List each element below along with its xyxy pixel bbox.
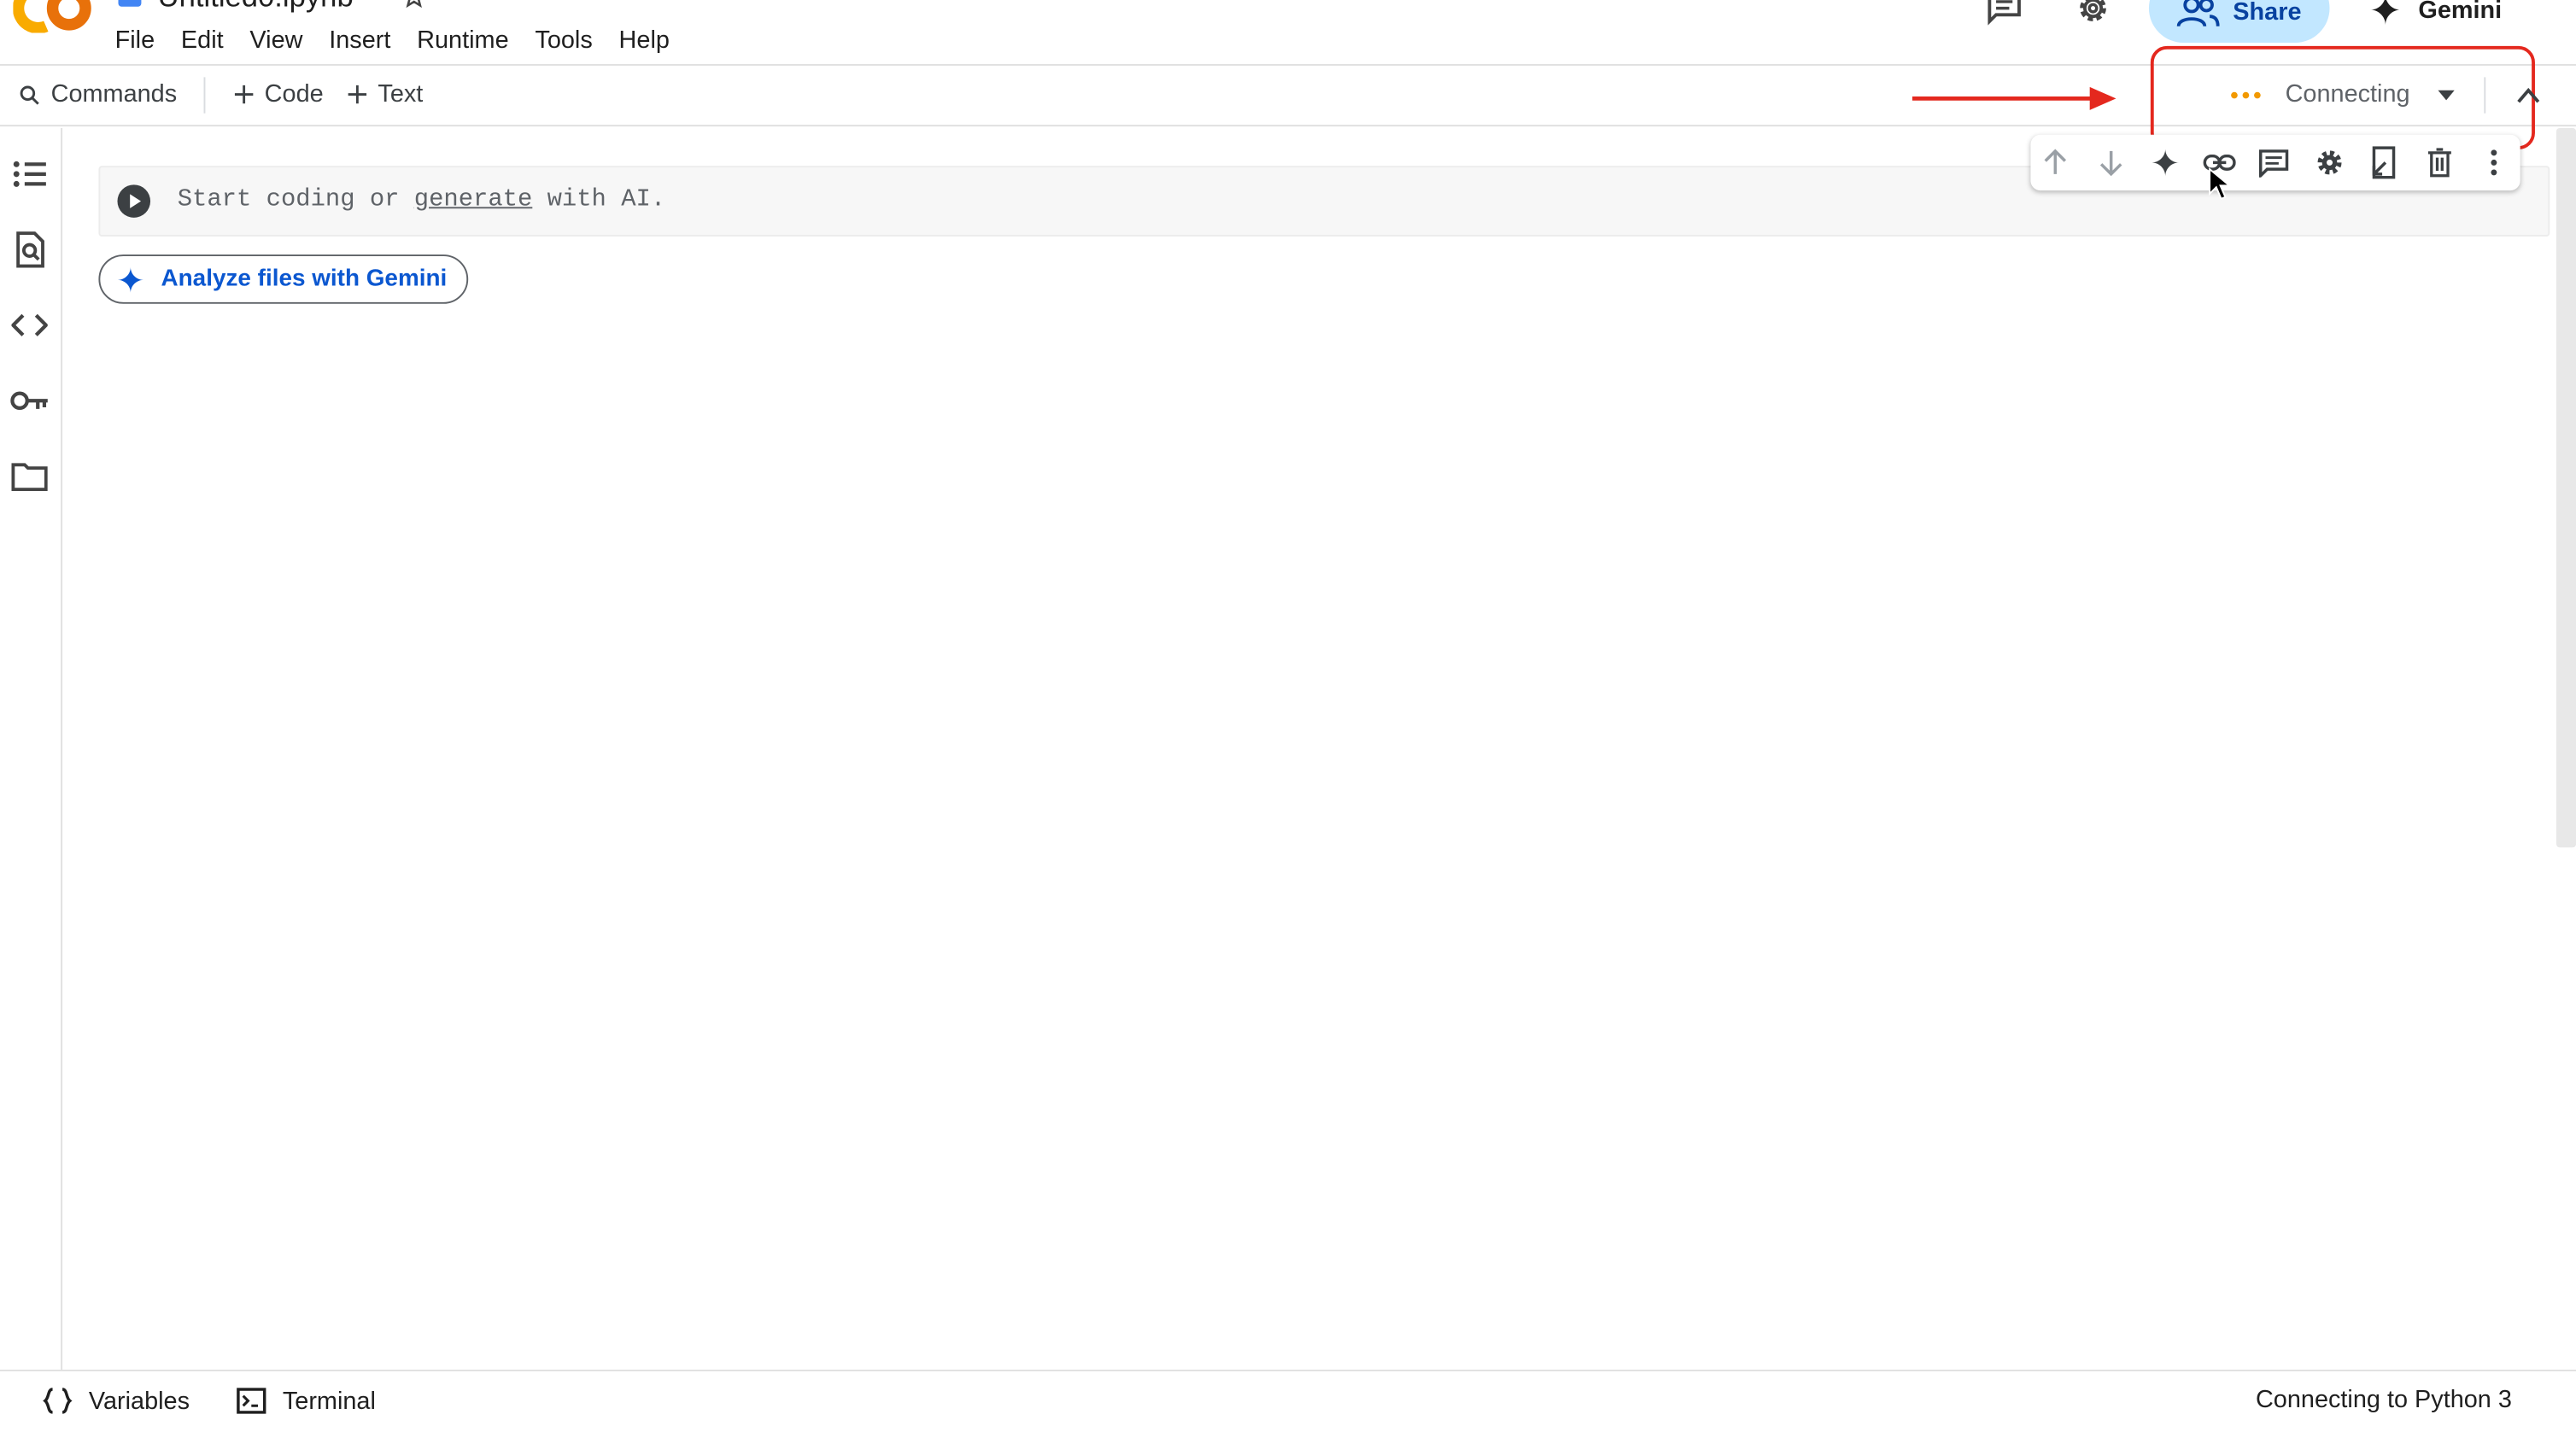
move-up-icon[interactable] <box>2037 144 2073 180</box>
mouse-cursor-icon <box>2209 167 2232 200</box>
connecting-dots-icon <box>2231 91 2261 99</box>
comments-icon[interactable] <box>1983 0 2026 30</box>
delete-icon[interactable] <box>2421 144 2457 180</box>
curly-braces-icon <box>43 1388 73 1414</box>
terminal-button[interactable]: Terminal <box>237 1382 376 1418</box>
mirror-cell-icon[interactable] <box>2366 144 2402 180</box>
gemini-label: Gemini <box>2418 0 2503 24</box>
scrollbar[interactable] <box>2556 128 2576 848</box>
gemini-sparkle-icon[interactable] <box>2147 144 2183 180</box>
plus-icon <box>234 85 254 104</box>
colab-logo-icon[interactable] <box>13 0 91 33</box>
add-text-label: Text <box>378 80 424 108</box>
terminal-label: Terminal <box>282 1387 376 1415</box>
share-label: Share <box>2233 0 2302 26</box>
commands-button[interactable]: Commands <box>18 64 177 125</box>
find-replace-icon[interactable] <box>10 230 50 269</box>
code-snippets-icon[interactable] <box>10 306 50 345</box>
plus-icon <box>348 85 367 104</box>
secrets-key-icon[interactable] <box>10 381 50 420</box>
status-bar <box>0 1369 2576 1432</box>
settings-icon[interactable] <box>2311 144 2347 180</box>
variables-label: Variables <box>88 1387 190 1415</box>
toolbar-divider <box>2484 77 2486 114</box>
analyze-files-button[interactable]: Analyze files with Gemini <box>98 254 469 304</box>
menu-edit[interactable]: Edit <box>168 20 237 62</box>
search-icon <box>20 85 39 104</box>
run-cell-icon[interactable] <box>117 184 151 218</box>
star-icon[interactable] <box>401 0 427 10</box>
placeholder-text: with AI. <box>532 185 666 214</box>
add-code-button[interactable]: Code <box>233 64 324 125</box>
comment-icon[interactable] <box>2256 144 2292 180</box>
gemini-button[interactable]: Gemini <box>2369 0 2503 30</box>
terminal-icon <box>237 1388 266 1414</box>
generate-link[interactable]: generate <box>414 185 533 213</box>
menu-bar: File Edit View Insert Runtime Tools Help <box>102 20 682 62</box>
commands-label: Commands <box>50 80 178 108</box>
menu-view[interactable]: View <box>237 20 316 62</box>
add-text-button[interactable]: Text <box>347 64 423 125</box>
code-cell-placeholder[interactable]: Start coding or generate with AI. <box>178 185 665 213</box>
add-code-label: Code <box>264 80 324 108</box>
table-of-contents-icon[interactable] <box>10 155 50 194</box>
menu-file[interactable]: File <box>102 20 167 62</box>
gemini-sparkle-icon <box>117 266 143 292</box>
runtime-connection-status[interactable]: Connecting <box>2286 80 2410 108</box>
placeholder-text: Start coding or <box>177 185 414 214</box>
annotation-arrow-icon <box>1912 86 2116 110</box>
gemini-sparkle-icon <box>2370 0 2401 26</box>
kernel-status-text: Connecting to Python 3 <box>2255 1386 2512 1414</box>
chevron-down-icon[interactable] <box>2435 85 2458 105</box>
more-options-icon[interactable] <box>2476 144 2512 180</box>
people-icon <box>2176 0 2220 27</box>
share-button[interactable]: Share <box>2148 0 2330 44</box>
analyze-files-label: Analyze files with Gemini <box>161 266 448 293</box>
toolbar-divider <box>203 77 206 114</box>
files-folder-icon[interactable] <box>10 457 50 496</box>
variables-button[interactable]: Variables <box>43 1382 190 1418</box>
menu-insert[interactable]: Insert <box>316 20 404 62</box>
menu-help[interactable]: Help <box>606 20 682 62</box>
notebook-filename[interactable]: Untitled0.ipynb <box>158 0 354 15</box>
menu-tools[interactable]: Tools <box>522 20 606 62</box>
chevron-up-icon[interactable] <box>2514 82 2544 108</box>
menu-runtime[interactable]: Runtime <box>404 20 522 62</box>
settings-gear-icon[interactable] <box>2072 0 2115 30</box>
drive-file-icon <box>118 0 142 7</box>
move-down-icon[interactable] <box>2093 144 2129 180</box>
